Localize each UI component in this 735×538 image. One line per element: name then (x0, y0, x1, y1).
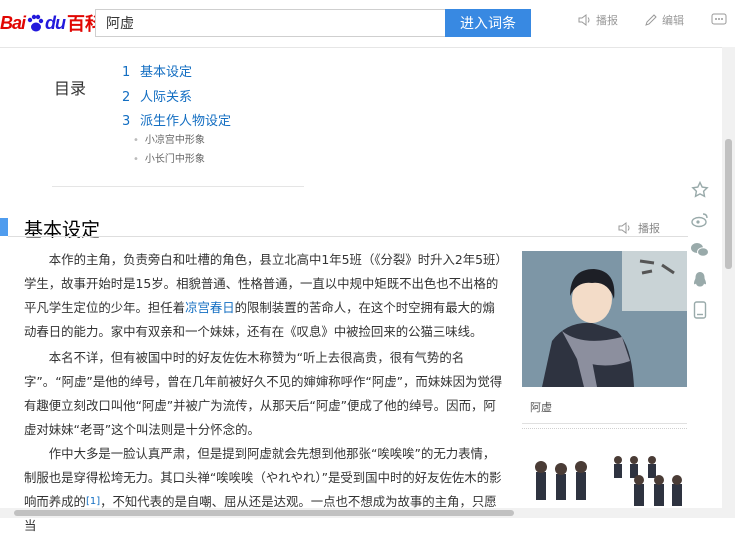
toc-subitem[interactable]: 小长门中形象 (133, 150, 205, 165)
section-listen-label: 播报 (638, 222, 660, 235)
character-illustration (522, 251, 687, 387)
toc-num: 2 (122, 90, 131, 105)
image-divider-dotted (522, 428, 687, 429)
toc-label: 派生作人物设定 (140, 114, 232, 129)
toc-title: 目录 (54, 79, 87, 98)
comment-icon[interactable] (711, 12, 727, 28)
scrollbar-thumb[interactable] (14, 510, 514, 516)
qq-share-button[interactable] (683, 265, 717, 295)
search-input[interactable] (95, 9, 445, 37)
listen-label: 播报 (596, 14, 618, 27)
paragraph-2: 本名不详，但有被国中时的好友佐佐木称赞为“听上去很高贵，很有气势的名字”。“阿虚… (24, 350, 503, 437)
character-image[interactable] (522, 251, 687, 387)
logo-text-bai: Bai (0, 12, 26, 33)
section-listen-button[interactable]: 播报 (618, 220, 660, 236)
share-sidebar (683, 175, 717, 325)
top-header: Bai du 百科 进入词条 播报 编辑 (0, 0, 735, 48)
logo-text-du: du (45, 12, 66, 33)
section-title: 基本设定 (24, 219, 101, 241)
sprite-figures (535, 456, 682, 506)
image-caption: 阿虚 (530, 401, 552, 414)
weibo-icon (691, 213, 708, 228)
section-accent-bar (0, 218, 8, 236)
toc-item-relationships[interactable]: 2 人际关系 (122, 86, 192, 105)
favorite-button[interactable] (683, 175, 717, 205)
toc-subitem[interactable]: 小凉宫中形象 (133, 131, 205, 146)
edit-label: 编辑 (662, 14, 684, 27)
scrollbar-thumb[interactable] (725, 139, 732, 269)
pencil-icon (645, 14, 657, 26)
toc-item-basic-setting[interactable]: 1 基本设定 (122, 61, 192, 80)
star-icon (691, 181, 709, 198)
paragraph-1: 本作的主角，负责旁白和吐槽的角色，县立北高中1年5班（《分裂》时升入2年5班）学… (24, 248, 504, 344)
phone-icon (693, 301, 707, 319)
section-divider (8, 236, 688, 237)
paragraph-3: 作中大多是一脸认真严肃，但是提到阿虚就会先想到他那张“唉唉唉”的无力表情，制服也… (24, 442, 504, 538)
vertical-scrollbar[interactable] (722, 47, 735, 518)
enter-entry-button[interactable]: 进入词条 (445, 9, 531, 37)
weibo-share-button[interactable] (683, 205, 717, 235)
toc-label: 基本设定 (140, 65, 193, 80)
toc-divider (52, 186, 304, 187)
baidu-baike-logo[interactable]: Bai du 百科 (0, 10, 103, 36)
mobile-view-button[interactable] (683, 295, 717, 325)
sprite-sheet-image[interactable] (530, 450, 688, 508)
reference-link[interactable]: [1] (86, 496, 100, 507)
horizontal-scrollbar[interactable] (0, 508, 722, 518)
toc-label: 人际关系 (140, 90, 193, 105)
image-divider (522, 423, 687, 424)
link-haruhi[interactable]: 凉宫春日 (185, 300, 235, 315)
toc-num: 3 (122, 114, 131, 129)
wechat-icon (691, 243, 709, 257)
wechat-share-button[interactable] (683, 235, 717, 265)
qq-penguin-icon (694, 272, 706, 287)
toc-item-derivative-settings[interactable]: 3 派生作人物设定 (122, 110, 231, 129)
speaker-icon (618, 222, 630, 234)
toc-num: 1 (122, 65, 131, 80)
edit-button[interactable]: 编辑 (644, 12, 684, 28)
listen-button[interactable]: 播报 (578, 12, 618, 28)
speaker-icon (578, 14, 590, 26)
paw-icon (27, 14, 44, 32)
